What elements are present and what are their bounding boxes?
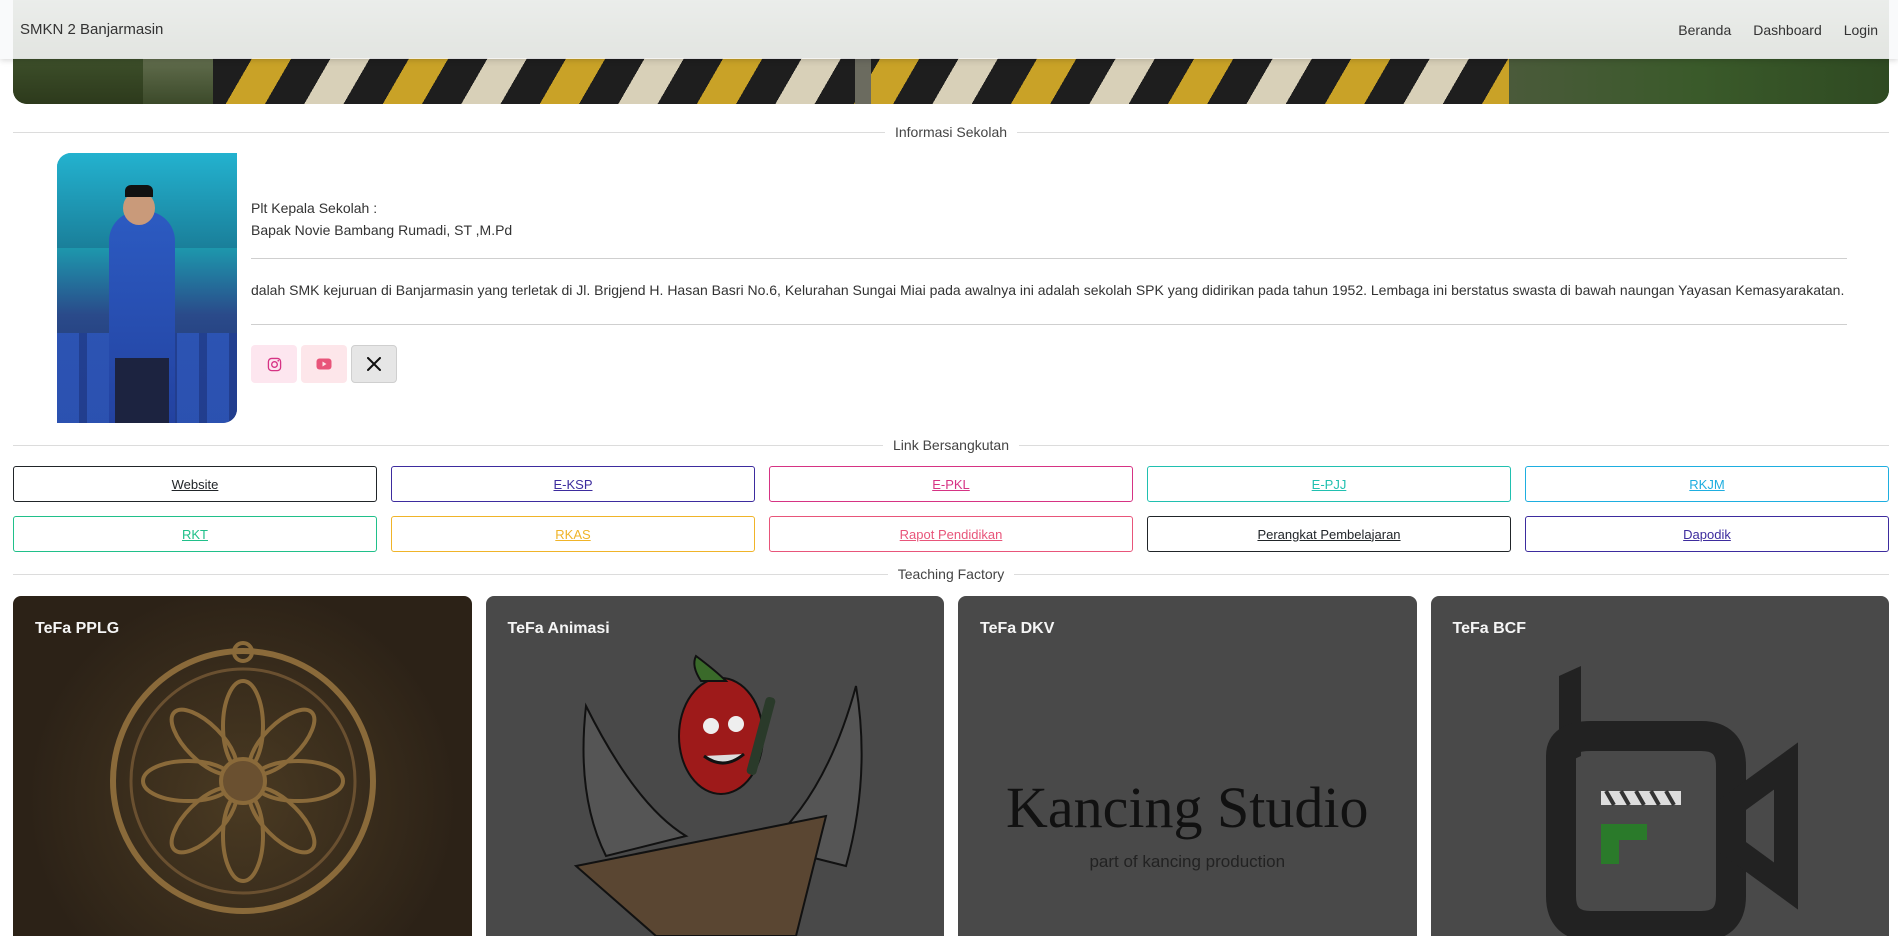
- youtube-icon: [316, 358, 332, 370]
- instagram-icon: [267, 357, 281, 371]
- link-button-rkjm[interactable]: RKJM: [1525, 466, 1889, 502]
- link-button-rapot-pendidikan[interactable]: Rapot Pendidikan: [769, 516, 1133, 552]
- bcf-logo-icon: [1545, 666, 1798, 936]
- nav-link-login[interactable]: Login: [1844, 22, 1878, 38]
- link-button-e-ksp[interactable]: E-KSP: [391, 466, 755, 502]
- navbar: SMKN 2 Banjarmasin Beranda Dashboard Log…: [0, 0, 1898, 59]
- principal-name: Bapak Novie Bambang Rumadi, ST ,M.Pd: [251, 222, 513, 238]
- tefa-card-title: TeFa Animasi: [507, 620, 610, 637]
- tefa-card-dkv[interactable]: Kancing Studio part of kancing productio…: [958, 596, 1417, 936]
- social-buttons: [251, 345, 397, 383]
- info-divider-bottom: [251, 324, 1847, 325]
- section-divider-tefa: Teaching Factory: [13, 564, 1889, 584]
- section-divider-info: Informasi Sekolah: [13, 122, 1889, 142]
- navbar-brand[interactable]: SMKN 2 Banjarmasin: [20, 21, 163, 38]
- tefa-card-title: TeFa BCF: [1452, 620, 1526, 637]
- pplg-logo-icon: [110, 641, 376, 914]
- x-twitter-icon: [367, 357, 381, 371]
- instagram-button[interactable]: [251, 345, 297, 383]
- tefa-cards: TeFa PPLG TeFa Animasi Kancing Studio pa…: [13, 596, 1889, 936]
- principal-role: Plt Kepala Sekolah :: [251, 200, 378, 216]
- link-button-website[interactable]: Website: [13, 466, 377, 502]
- tefa-card-title: TeFa PPLG: [35, 620, 120, 637]
- kancing-studio-logo: Kancing Studio: [1006, 775, 1369, 840]
- link-button-rkt[interactable]: RKT: [13, 516, 377, 552]
- section-divider-links: Link Bersangkutan: [13, 435, 1889, 455]
- tefa-card-bcf[interactable]: TeFa BCF: [1430, 596, 1889, 936]
- nav-links: Beranda Dashboard Login: [1678, 22, 1878, 38]
- section-title-info: Informasi Sekolah: [894, 124, 1008, 140]
- tefa-card-animasi[interactable]: TeFa Animasi: [485, 596, 944, 936]
- principal-photo: [57, 153, 237, 423]
- tefa-card-pplg[interactable]: TeFa PPLG: [13, 596, 472, 936]
- principal-info: Plt Kepala Sekolah : Bapak Novie Bambang…: [251, 197, 512, 241]
- section-title-tefa: Teaching Factory: [897, 566, 1005, 582]
- nav-link-beranda[interactable]: Beranda: [1678, 22, 1731, 38]
- section-title-links: Link Bersangkutan: [893, 437, 1009, 453]
- tefa-card-title: TeFa DKV: [980, 620, 1055, 637]
- link-button-rkas[interactable]: RKAS: [391, 516, 755, 552]
- link-button-dapodik[interactable]: Dapodik: [1525, 516, 1889, 552]
- youtube-button[interactable]: [301, 345, 347, 383]
- nav-link-dashboard[interactable]: Dashboard: [1753, 22, 1822, 38]
- info-divider-top: [251, 258, 1847, 259]
- animasi-mascot-icon: [573, 654, 863, 936]
- x-twitter-button[interactable]: [351, 345, 397, 383]
- kancing-studio-subtitle: part of kancing production: [1089, 852, 1286, 871]
- school-description: dalah SMK kejuruan di Banjarmasin yang t…: [251, 282, 1845, 298]
- link-button-e-pjj[interactable]: E-PJJ: [1147, 466, 1511, 502]
- link-buttons-grid: Website E-KSP E-PKL E-PJJ RKJM RKT RKAS …: [13, 466, 1889, 552]
- link-button-e-pkl[interactable]: E-PKL: [769, 466, 1133, 502]
- link-button-perangkat-pembelajaran[interactable]: Perangkat Pembelajaran: [1147, 516, 1511, 552]
